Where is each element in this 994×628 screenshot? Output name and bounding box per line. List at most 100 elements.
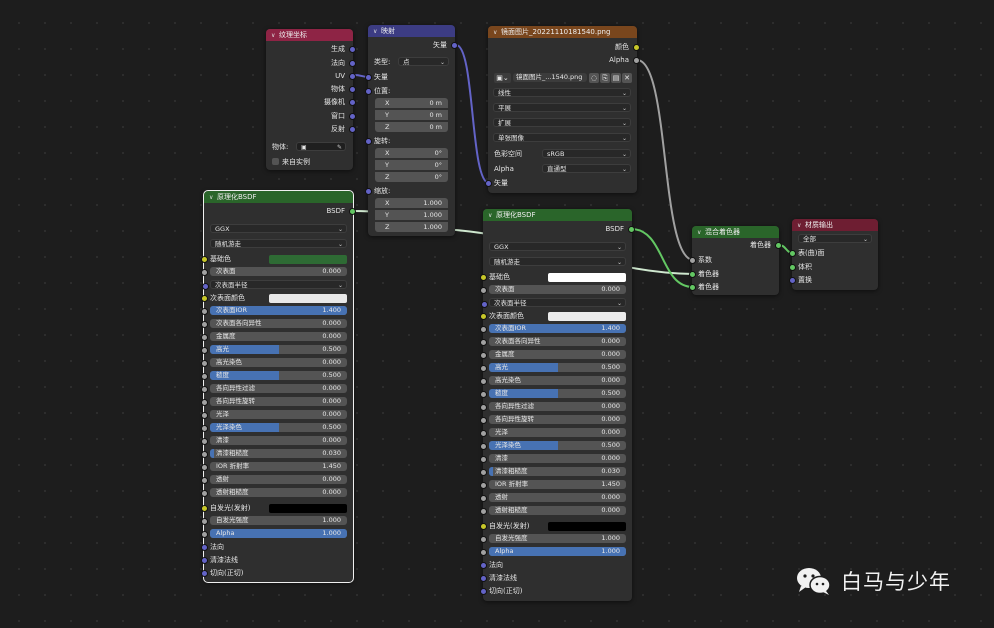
socket-icon[interactable] (633, 44, 640, 51)
socket-icon[interactable] (480, 562, 487, 569)
socket-icon[interactable] (349, 113, 356, 120)
principled-bsdf-node-2[interactable]: ∨ 原理化BSDF BSDF GGX ⌄ 随机游走 ⌄ 基础色 次表面 0.000 次表… (480, 209, 635, 601)
socket-icon[interactable] (349, 46, 356, 53)
socket-icon[interactable] (480, 365, 487, 372)
collapse-chevron-icon[interactable]: ∨ (697, 227, 705, 238)
socket-icon[interactable] (480, 443, 487, 450)
socket-icon[interactable] (201, 505, 208, 512)
socket-icon[interactable] (480, 523, 487, 530)
output-target-dropdown[interactable]: 全部 ⌄ (798, 234, 872, 243)
collapse-chevron-icon[interactable]: ∨ (373, 26, 381, 37)
socket-icon[interactable] (480, 549, 487, 556)
value-field[interactable]: 糙度 0.500 (210, 371, 347, 380)
value-field[interactable]: 清漆 0.000 (210, 436, 347, 445)
subsurface-method-dropdown[interactable]: 随机游走 ⌄ (489, 257, 626, 266)
socket-icon[interactable] (689, 284, 696, 291)
value-field[interactable]: 各向异性旋转 0.000 (489, 415, 626, 424)
socket-icon[interactable] (480, 313, 487, 320)
value-field[interactable]: 各向异性旋转 0.000 (210, 397, 347, 406)
socket-icon[interactable] (201, 451, 208, 458)
alpha-field[interactable]: Alpha 1.000 (489, 547, 626, 556)
value-field[interactable]: 清漆粗糙度 0.030 (210, 449, 347, 458)
colorspace-dropdown[interactable]: sRGB ⌄ (542, 149, 631, 158)
distribution-dropdown[interactable]: GGX ⌄ (210, 224, 347, 233)
socket-icon[interactable] (480, 536, 487, 543)
socket-icon[interactable] (365, 88, 372, 95)
node-header[interactable]: ∨ 镜面图片_20221110181540.png (488, 26, 637, 38)
open-image-icon[interactable]: ▤ (611, 73, 621, 83)
new-image-icon[interactable]: ⎘ (600, 73, 610, 83)
socket-icon[interactable] (201, 256, 208, 263)
socket-icon[interactable] (201, 518, 208, 525)
socket-icon[interactable] (480, 391, 487, 398)
socket-icon[interactable] (201, 490, 208, 497)
rotation-z-field[interactable]: Z 0° (375, 172, 448, 182)
alpha-field[interactable]: Alpha 1.000 (210, 529, 347, 538)
socket-icon[interactable] (201, 334, 208, 341)
base-color-swatch[interactable] (269, 255, 347, 264)
socket-icon[interactable] (201, 308, 208, 315)
distribution-dropdown[interactable]: GGX ⌄ (489, 242, 626, 251)
socket-icon[interactable] (201, 399, 208, 406)
socket-icon[interactable] (365, 74, 372, 81)
socket-icon[interactable] (480, 404, 487, 411)
value-field[interactable]: 透射粗糙度 0.000 (489, 506, 626, 515)
from-instancer-checkbox[interactable]: 来自实例 (266, 157, 353, 167)
collapse-chevron-icon[interactable]: ∨ (209, 192, 217, 203)
scale-x-field[interactable]: X 1.000 (375, 198, 448, 208)
fake-user-icon[interactable]: ◌ (589, 73, 599, 83)
value-field[interactable]: 透射 0.000 (489, 493, 626, 502)
object-picker[interactable]: ▣ ✎ (296, 142, 346, 151)
socket-icon[interactable] (480, 378, 487, 385)
image-browse-icon[interactable]: ▣⌄ (494, 73, 511, 83)
socket-icon[interactable] (201, 386, 208, 393)
value-field[interactable]: 清漆粗糙度 0.030 (489, 467, 626, 476)
collapse-chevron-icon[interactable]: ∨ (488, 210, 496, 221)
socket-icon[interactable] (202, 283, 209, 290)
socket-icon[interactable] (201, 321, 208, 328)
checkbox-icon[interactable] (272, 158, 279, 165)
socket-icon[interactable] (775, 242, 782, 249)
scale-z-field[interactable]: Z 1.000 (375, 222, 448, 232)
socket-icon[interactable] (480, 274, 487, 281)
image-name-field[interactable]: 镜面图片_...1540.png (513, 73, 587, 82)
socket-icon[interactable] (485, 180, 492, 187)
socket-icon[interactable] (480, 456, 487, 463)
value-field[interactable]: 次表面IOR 1.400 (489, 324, 626, 333)
subsurface-method-dropdown[interactable]: 随机游走 ⌄ (210, 239, 347, 248)
location-y-field[interactable]: Y0 m (375, 110, 448, 120)
node-header[interactable]: ∨ 原理化BSDF (204, 191, 353, 203)
value-field[interactable]: 糙度 0.500 (489, 389, 626, 398)
socket-icon[interactable] (201, 477, 208, 484)
value-field[interactable]: 次表面各向异性 0.000 (489, 337, 626, 346)
socket-icon[interactable] (451, 42, 458, 49)
value-field[interactable]: 金属度 0.000 (489, 350, 626, 359)
socket-icon[interactable] (349, 60, 356, 67)
value-field[interactable]: 次表面各向异性 0.000 (210, 319, 347, 328)
subsurface-field[interactable]: 次表面 0.000 (489, 285, 626, 294)
value-field[interactable]: 透射 0.000 (210, 475, 347, 484)
socket-icon[interactable] (480, 495, 487, 502)
collapse-chevron-icon[interactable]: ∨ (493, 27, 501, 38)
location-z-field[interactable]: Z0 m (375, 122, 448, 132)
socket-icon[interactable] (689, 271, 696, 278)
collapse-chevron-icon[interactable]: ∨ (271, 30, 279, 41)
material-output-node[interactable]: ∨ 材质输出 全部 ⌄ 表(曲)面 体积 置换 (789, 219, 878, 290)
rotation-x-field[interactable]: X 0° (375, 148, 448, 158)
socket-icon[interactable] (349, 99, 356, 106)
socket-icon[interactable] (365, 188, 372, 195)
socket-icon[interactable] (480, 588, 487, 595)
socket-icon[interactable] (480, 482, 487, 489)
emission-strength-field[interactable]: 自发光强度 1.000 (210, 516, 347, 525)
socket-icon[interactable] (349, 73, 356, 80)
socket-icon[interactable] (480, 430, 487, 437)
principled-bsdf-node-1[interactable]: ∨ 原理化BSDF BSDF GGX ⌄ 随机游走 ⌄ 基础色 次表面 0.000 次表… (201, 190, 356, 583)
value-field[interactable]: 高光 0.500 (489, 363, 626, 372)
subsurface-field[interactable]: 次表面 0.000 (210, 267, 347, 276)
texture-coordinate-node[interactable]: ∨ 纹理坐标 生成 法向 UV 物体 摄像机 窗口 反射 物体: ▣ ✎ 来自实例 (266, 29, 356, 170)
value-field[interactable]: 光泽 0.000 (210, 410, 347, 419)
subsurface-radius-dropdown[interactable]: 次表面半径 ⌄ (202, 280, 347, 290)
node-header[interactable]: ∨ 纹理坐标 (266, 29, 353, 41)
socket-icon[interactable] (201, 464, 208, 471)
socket-icon[interactable] (201, 557, 208, 564)
